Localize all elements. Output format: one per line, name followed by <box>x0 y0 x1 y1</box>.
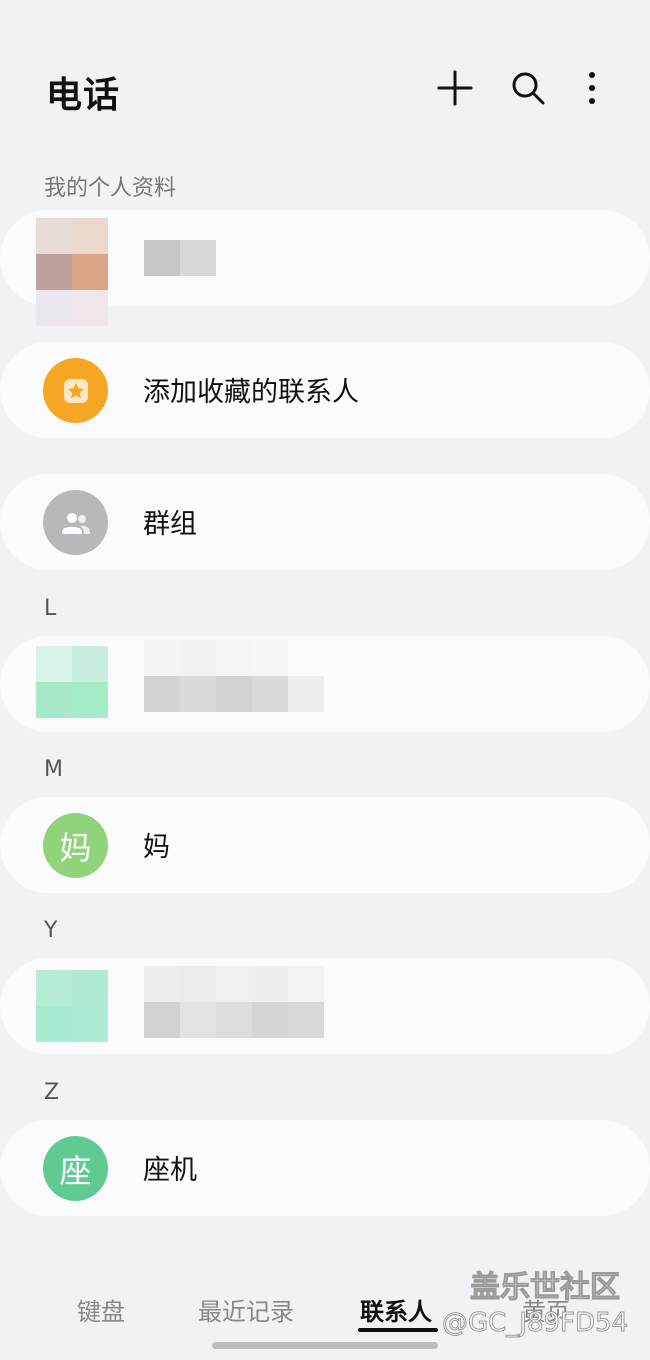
blurred-avatar <box>36 218 108 326</box>
star-avatar <box>43 358 108 423</box>
section-letter-l: L <box>44 596 57 621</box>
profile-card[interactable] <box>0 210 650 326</box>
contact-avatar: 妈 <box>43 813 108 878</box>
section-letter-z: Z <box>44 1080 60 1105</box>
add-favorites-card[interactable]: 添加收藏的联系人 <box>0 342 650 438</box>
group-icon <box>61 512 90 534</box>
groups-card[interactable]: 群组 <box>0 474 650 570</box>
group-avatar <box>43 490 108 555</box>
more-vertical-icon[interactable] <box>570 66 614 110</box>
tab-recents[interactable]: 最近记录 <box>198 1292 294 1327</box>
contact-avatar: 座 <box>43 1136 108 1201</box>
contact-row-ma[interactable]: 妈 妈 <box>0 797 650 893</box>
contact-row[interactable] <box>0 958 650 1054</box>
contact-name: 妈 <box>143 832 170 863</box>
home-indicator[interactable] <box>212 1342 438 1349</box>
watermark-community: 盖乐世社区 <box>470 1270 621 1306</box>
search-icon[interactable] <box>506 66 550 110</box>
section-letter-m: M <box>44 757 63 782</box>
watermark-user-id: @GC_J89FD54 <box>441 1308 629 1339</box>
blurred-name <box>144 966 324 1038</box>
contact-name: 座机 <box>143 1155 197 1186</box>
blurred-name <box>144 640 324 712</box>
section-letter-y: Y <box>44 918 58 943</box>
app-header: 电话 <box>0 0 650 150</box>
groups-label: 群组 <box>143 509 197 540</box>
tab-contacts[interactable]: 联系人 <box>360 1292 432 1327</box>
tab-keypad[interactable]: 键盘 <box>77 1292 125 1327</box>
contact-row[interactable] <box>0 636 650 732</box>
star-icon <box>63 378 88 403</box>
active-tab-indicator <box>358 1328 438 1332</box>
blurred-avatar <box>36 970 108 1042</box>
blurred-avatar <box>36 646 108 718</box>
section-label-profile: 我的个人资料 <box>44 176 177 201</box>
blurred-name <box>144 240 216 276</box>
add-favorites-label: 添加收藏的联系人 <box>143 377 359 408</box>
add-icon[interactable] <box>433 66 477 110</box>
page-title: 电话 <box>46 75 121 116</box>
contact-row-landline[interactable]: 座 座机 <box>0 1120 650 1216</box>
